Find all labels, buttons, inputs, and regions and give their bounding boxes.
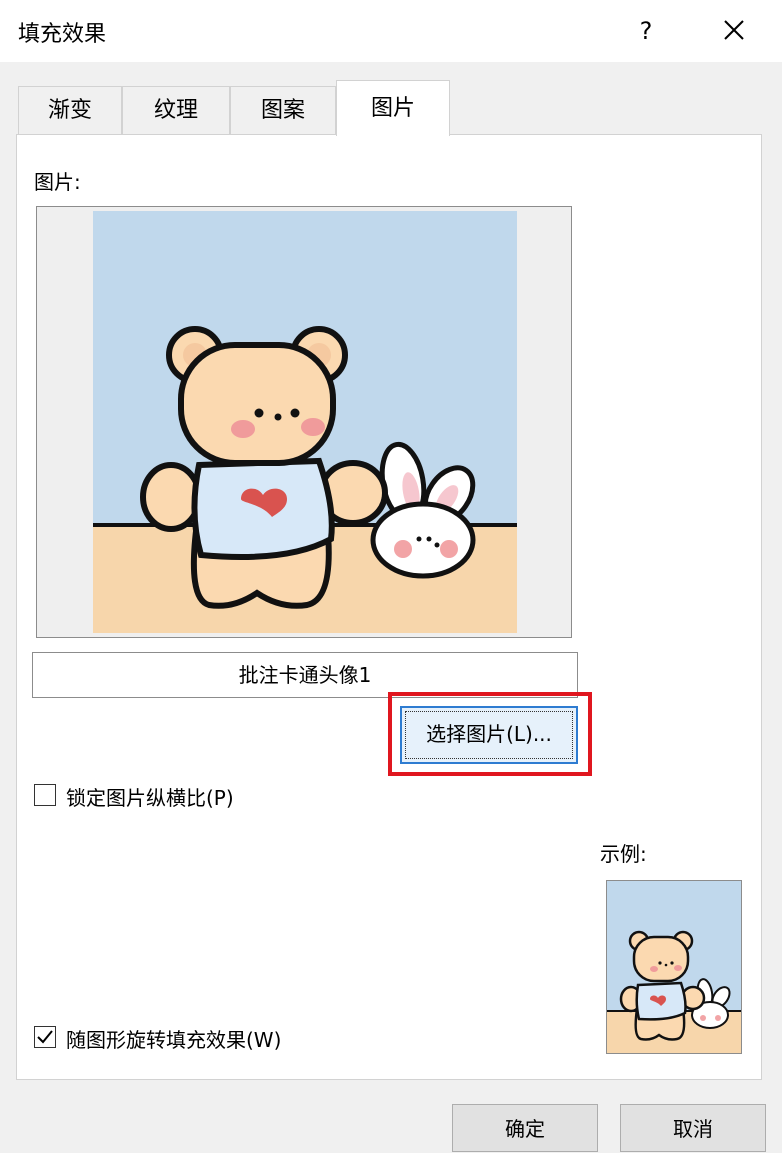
help-button[interactable]: ? — [626, 12, 666, 50]
select-picture-button[interactable]: 选择图片(L)... — [400, 706, 578, 764]
picture-label: 图片: — [34, 170, 81, 194]
rotate-with-shape-label: 随图形旋转填充效果(W) — [66, 1028, 282, 1052]
sample-label: 示例: — [600, 842, 647, 866]
tab-gradient[interactable]: 渐变 — [18, 86, 122, 134]
ok-button[interactable]: 确定 — [452, 1104, 598, 1152]
help-icon: ? — [639, 17, 653, 45]
focus-ring — [405, 711, 573, 759]
checkmark-icon — [37, 1030, 53, 1044]
tab-picture[interactable]: 图片 — [336, 80, 450, 136]
close-button[interactable] — [712, 12, 756, 50]
lock-aspect-label: 锁定图片纵横比(P) — [66, 786, 234, 810]
close-icon — [724, 20, 744, 40]
cancel-button[interactable]: 取消 — [620, 1104, 766, 1152]
title-bar: 填充效果 ? — [0, 0, 782, 62]
sample-illustration — [607, 881, 741, 1053]
bear-bunny-illustration — [93, 211, 517, 633]
tab-texture[interactable]: 纹理 — [122, 86, 230, 134]
picture-preview — [36, 206, 572, 638]
sample-preview — [606, 880, 742, 1054]
tab-pattern[interactable]: 图案 — [230, 86, 336, 134]
lock-aspect-checkbox[interactable] — [34, 784, 56, 806]
dialog-title: 填充效果 — [18, 22, 107, 47]
rotate-with-shape-checkbox[interactable] — [34, 1026, 56, 1048]
